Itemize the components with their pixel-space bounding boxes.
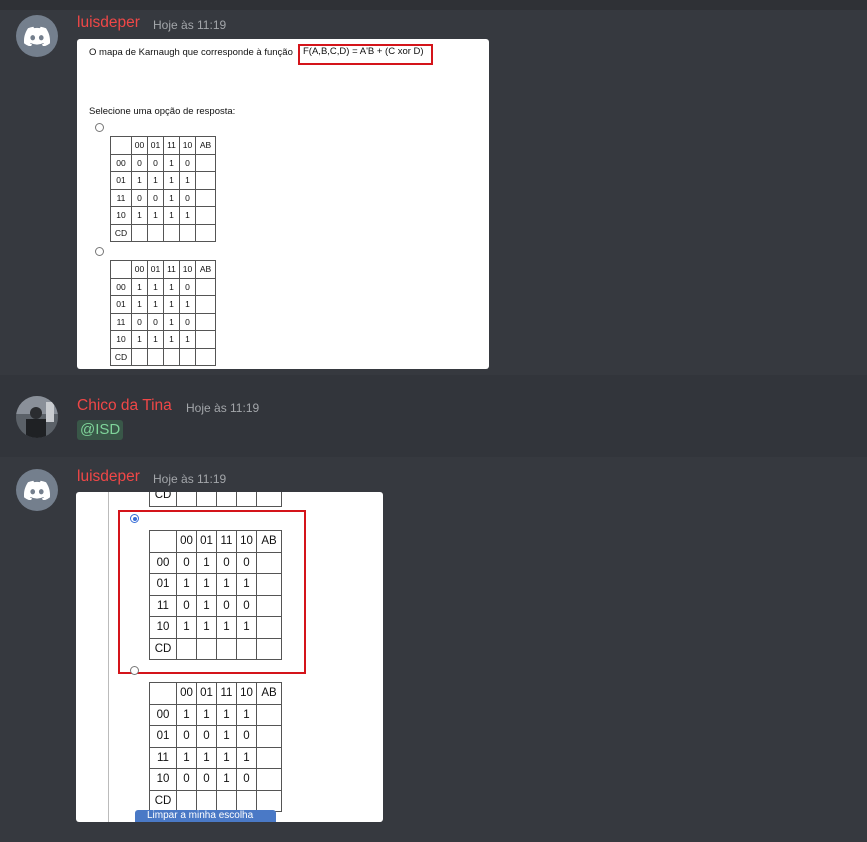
clear-choice-button[interactable]: Limpar a minha escolha	[135, 810, 276, 822]
message-2	[0, 375, 867, 457]
karnaugh-table-4: 00 01 11 10 AB 00 1 1 1 1 01 0 0 1 0 11 1 1 1 1 10 0 0 1 0 C…	[149, 682, 282, 812]
photo-avatar-icon	[16, 396, 58, 438]
attachment-image-2[interactable]: CD 00 01 11 10 AB 00 0 1 0 0 01 1 1 1 1 11 0 1 0 0 10 1 1 1…	[76, 492, 383, 822]
discord-avatar[interactable]	[16, 15, 58, 57]
content-divider	[108, 492, 109, 822]
timestamp: Hoje às 11:19	[153, 18, 227, 32]
radio-option-1[interactable]	[95, 123, 104, 132]
attachment-image-1[interactable]: O mapa de Karnaugh que corresponde à fun…	[77, 39, 489, 369]
formula-highlight-box	[298, 44, 433, 65]
timestamp: Hoje às 11:19	[153, 472, 227, 486]
discord-logo-icon	[24, 26, 50, 46]
question-text: O mapa de Karnaugh que corresponde à fun…	[89, 47, 293, 58]
username[interactable]: luisdeper	[77, 14, 140, 32]
username[interactable]: Chico da Tina	[77, 397, 172, 415]
username[interactable]: luisdeper	[77, 468, 140, 486]
radio-option-unselected[interactable]	[130, 666, 139, 675]
timestamp: Hoje às 11:19	[186, 401, 260, 415]
discord-logo-icon	[24, 480, 50, 500]
discord-avatar[interactable]	[16, 469, 58, 511]
mention-tag[interactable]: @ISD	[77, 420, 124, 440]
karnaugh-table-2: 00 01 11 10 AB 00 1 1 1 0 01 1 1 1 1 11 0 0 1 0 10 1 1 1 1 C…	[110, 260, 216, 366]
karnaugh-table-3: 00 01 11 10 AB 00 0 1 0 0 01 1 1 1 1 11 0 1 0 0 10 1 1 1 1 C…	[149, 530, 282, 660]
karnaugh-table-1: 00 01 11 10 AB 00 0 0 1 0 01 1 1 1 1 11 0 0 1 0 10 1 1 1 1 C…	[110, 136, 216, 242]
user-avatar[interactable]	[16, 396, 58, 438]
radio-option-2[interactable]	[95, 247, 104, 256]
top-bar	[0, 0, 867, 10]
select-option-text: Selecione uma opção de resposta:	[89, 106, 236, 117]
karnaugh-table-partial: CD	[149, 492, 282, 507]
